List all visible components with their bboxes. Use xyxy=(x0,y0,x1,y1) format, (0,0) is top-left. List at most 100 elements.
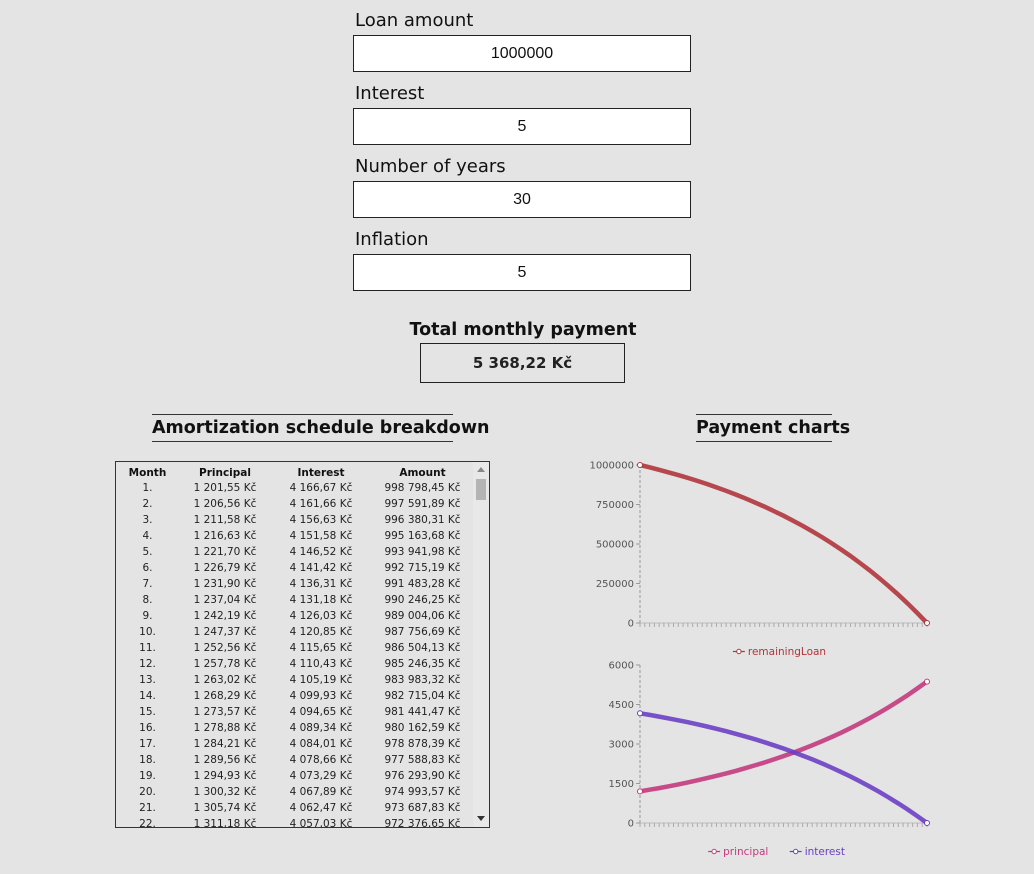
amount-cell: 992 715,19 Kč xyxy=(384,562,461,574)
principal-cell: 1 242,19 Kč xyxy=(193,610,257,622)
month-cell: 10. xyxy=(139,626,156,638)
principal-cell: 1 221,70 Kč xyxy=(193,546,257,558)
amount-cell: 982 715,04 Kč xyxy=(384,690,461,702)
legend-label-interest: interest xyxy=(805,846,845,858)
table-row: 8. 1 237,04 Kč 4 131,18 Kč 990 246,25 Kč xyxy=(116,592,474,608)
amount-cell: 987 756,69 Kč xyxy=(384,626,461,638)
month-cell: 13. xyxy=(139,674,156,686)
table-scrollbar[interactable] xyxy=(473,462,489,827)
amount-cell: 986 504,13 Kč xyxy=(384,642,461,654)
amount-cell: 997 591,89 Kč xyxy=(384,498,461,510)
interest-cell: 4 078,66 Kč xyxy=(289,754,353,766)
amount-cell: 981 441,47 Kč xyxy=(384,706,461,718)
month-cell: 16. xyxy=(139,722,156,734)
years-input[interactable] xyxy=(353,181,691,218)
amount-cell: 990 246,25 Kč xyxy=(384,594,461,606)
series-start-point xyxy=(637,788,643,795)
month-cell: 14. xyxy=(139,690,156,702)
principal-interest-chart: 0 1500 3000 4500 6000 principal interest xyxy=(609,661,930,858)
interest-cell: 4 120,85 Kč xyxy=(289,626,353,638)
month-cell: 4. xyxy=(142,530,153,542)
amount-cell: 989 004,06 Kč xyxy=(384,610,461,622)
table-row: 10. 1 247,37 Kč 4 120,85 Kč 987 756,69 Kč xyxy=(116,624,474,640)
principal-cell: 1 311,18 Kč xyxy=(193,818,257,827)
table-row: 5. 1 221,70 Kč 4 146,52 Kč 993 941,98 Kč xyxy=(116,544,474,560)
interest-cell: 4 126,03 Kč xyxy=(289,610,353,622)
scroll-thumb[interactable] xyxy=(476,479,486,500)
y-tick-label: 4500 xyxy=(609,700,634,711)
interest-cell: 4 062,47 Kč xyxy=(289,802,353,814)
inflation-label: Inflation xyxy=(355,229,429,250)
series-end-point xyxy=(924,620,930,626)
series-end-point xyxy=(924,678,930,685)
years-label: Number of years xyxy=(355,156,506,177)
principal-cell: 1 201,55 Kč xyxy=(193,482,257,494)
y-tick-label: 1000000 xyxy=(589,461,634,472)
amount-cell: 996 380,31 Kč xyxy=(384,514,461,526)
y-tick-label: 750000 xyxy=(596,500,634,511)
table-row: 22. 1 311,18 Kč 4 057,03 Kč 972 376,65 Kč xyxy=(116,816,474,827)
y-tick-label: 250000 xyxy=(596,579,634,590)
interest-cell: 4 073,29 Kč xyxy=(289,770,353,782)
principal-cell: 1 206,56 Kč xyxy=(193,498,257,510)
principal-cell: 1 237,04 Kč xyxy=(193,594,257,606)
table-row: 13. 1 263,02 Kč 4 105,19 Kč 983 983,32 Kč xyxy=(116,672,474,688)
month-cell: 6. xyxy=(142,562,153,574)
table-row: 7. 1 231,90 Kč 4 136,31 Kč 991 483,28 Kč xyxy=(116,576,474,592)
interest-cell: 4 110,43 Kč xyxy=(289,658,353,670)
principal-cell: 1 284,21 Kč xyxy=(193,738,257,750)
interest-cell: 4 156,63 Kč xyxy=(289,514,353,526)
series-line-principal xyxy=(637,679,930,794)
interest-cell: 4 141,42 Kč xyxy=(289,562,353,574)
table-row: 21. 1 305,74 Kč 4 062,47 Kč 973 687,83 Kč xyxy=(116,800,474,816)
interest-input[interactable] xyxy=(353,108,691,145)
y-tick-label: 0 xyxy=(628,819,634,830)
interest-cell: 4 115,65 Kč xyxy=(289,642,353,654)
principal-cell: 1 211,58 Kč xyxy=(193,514,257,526)
amount-cell: 973 687,83 Kč xyxy=(384,802,461,814)
principal-cell: 1 263,02 Kč xyxy=(193,674,257,686)
inflation-input[interactable] xyxy=(353,254,691,291)
series-start-point xyxy=(637,462,643,468)
interest-header: Interest xyxy=(297,466,345,479)
y-tick-label: 6000 xyxy=(609,661,634,672)
amortization-table[interactable]: Month Principal Interest Amount 1. 1 201,… xyxy=(115,461,490,828)
scroll-up-icon[interactable] xyxy=(477,467,485,472)
principal-cell: 1 294,93 Kč xyxy=(193,770,257,782)
scroll-down-icon[interactable] xyxy=(477,816,485,821)
interest-cell: 4 084,01 Kč xyxy=(289,738,353,750)
table-row: 6. 1 226,79 Kč 4 141,42 Kč 992 715,19 Kč xyxy=(116,560,474,576)
principal-cell: 1 300,32 Kč xyxy=(193,786,257,798)
interest-cell: 4 131,18 Kč xyxy=(289,594,353,606)
principal-cell: 1 257,78 Kč xyxy=(193,658,257,670)
interest-cell: 4 099,93 Kč xyxy=(289,690,353,702)
principal-header: Principal xyxy=(199,466,251,479)
table-row: 3. 1 211,58 Kč 4 156,63 Kč 996 380,31 Kč xyxy=(116,512,474,528)
interest-cell: 4 067,89 Kč xyxy=(289,786,353,798)
principal-cell: 1 216,63 Kč xyxy=(193,530,257,542)
series-end-point xyxy=(924,820,930,826)
series-line-interest xyxy=(637,711,930,826)
loan-amount-input[interactable] xyxy=(353,35,691,72)
principal-cell: 1 278,88 Kč xyxy=(193,722,257,734)
interest-cell: 4 094,65 Kč xyxy=(289,706,353,718)
payment-charts-title: Payment charts xyxy=(696,414,850,442)
interest-cell: 4 166,67 Kč xyxy=(289,482,353,494)
y-tick-label: 500000 xyxy=(596,540,634,551)
y-tick-label: 1500 xyxy=(609,779,634,790)
principal-cell: 1 305,74 Kč xyxy=(193,802,257,814)
interest-cell: 4 105,19 Kč xyxy=(289,674,353,686)
table-row: 4. 1 216,63 Kč 4 151,58 Kč 995 163,68 Kč xyxy=(116,528,474,544)
month-cell: 21. xyxy=(139,802,156,814)
principal-cell: 1 231,90 Kč xyxy=(193,578,257,590)
month-header: Month xyxy=(128,466,167,479)
table-row: 2. 1 206,56 Kč 4 161,66 Kč 997 591,89 Kč xyxy=(116,496,474,512)
table-row: 20. 1 300,32 Kč 4 067,89 Kč 974 993,57 Kč xyxy=(116,784,474,800)
y-tick-label: 0 xyxy=(628,619,634,630)
amount-cell: 978 878,39 Kč xyxy=(384,738,461,750)
month-cell: 9. xyxy=(142,610,153,622)
legend-label-principal: principal xyxy=(723,846,768,858)
y-tick-label: 3000 xyxy=(609,740,634,751)
month-cell: 20. xyxy=(139,786,156,798)
amount-cell: 993 941,98 Kč xyxy=(384,546,461,558)
